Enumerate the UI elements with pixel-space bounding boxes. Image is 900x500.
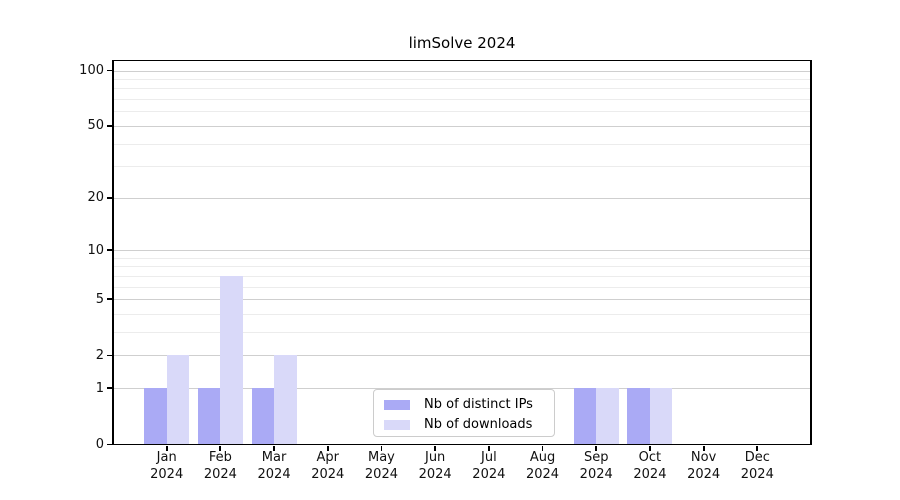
bar-distinct-ips-oct: [627, 388, 650, 444]
y-tick-label-50: 50: [40, 117, 104, 134]
bar-downloads-mar: [274, 355, 297, 444]
gridline-minor-6: [113, 287, 811, 288]
gridline-minor-8: [113, 266, 811, 267]
legend-swatch-downloads-icon: [384, 420, 410, 430]
legend-item-downloads: Nb of downloads: [384, 417, 544, 432]
gridline-major-2: [113, 355, 811, 356]
y-tick-100: [107, 70, 113, 72]
y-tick-10: [107, 249, 113, 251]
gridline-major-100: [113, 71, 811, 72]
gridline-major-5: [113, 299, 811, 300]
gridline-major-10: [113, 250, 811, 251]
y-tick-label-5: 5: [40, 291, 104, 308]
y-tick-label-0: 0: [40, 436, 104, 453]
y-tick-0: [107, 444, 113, 446]
spine-bottom: [112, 444, 812, 446]
legend: Nb of distinct IPs Nb of downloads: [373, 389, 555, 437]
y-tick-label-10: 10: [40, 242, 104, 259]
bar-distinct-ips-sep: [574, 388, 597, 444]
spine-right: [810, 60, 812, 446]
gridline-minor-90: [113, 79, 811, 80]
plot-area: [113, 60, 811, 445]
gridline-minor-3: [113, 332, 811, 333]
bar-downloads-sep: [596, 388, 619, 444]
legend-label-downloads: Nb of downloads: [424, 417, 532, 432]
y-tick-label-20: 20: [40, 189, 104, 206]
gridline-major-50: [113, 126, 811, 127]
legend-label-distinct-ips: Nb of distinct IPs: [424, 397, 533, 412]
y-tick-1: [107, 387, 113, 389]
spine-top: [112, 60, 812, 62]
y-tick-label-100: 100: [40, 62, 104, 79]
y-tick-label-2: 2: [40, 347, 104, 364]
gridline-minor-4: [113, 314, 811, 315]
gridline-minor-60: [113, 111, 811, 112]
chart-title: limSolve 2024: [113, 36, 811, 51]
bar-downloads-feb: [220, 276, 243, 445]
bar-distinct-ips-mar: [252, 388, 275, 444]
gridline-minor-80: [113, 88, 811, 89]
gridline-minor-40: [113, 144, 811, 145]
gridline-minor-9: [113, 258, 811, 259]
legend-item-distinct-ips: Nb of distinct IPs: [384, 397, 544, 412]
gridline-minor-70: [113, 99, 811, 100]
legend-swatch-distinct-ips-icon: [384, 400, 410, 410]
bar-distinct-ips-feb: [198, 388, 221, 444]
y-tick-5: [107, 298, 113, 300]
y-tick-2: [107, 355, 113, 357]
gridline-minor-30: [113, 166, 811, 167]
y-tick-label-1: 1: [40, 380, 104, 397]
bar-downloads-oct: [650, 388, 673, 444]
y-tick-50: [107, 125, 113, 127]
x-tick-label-dec: Dec 2024: [722, 449, 792, 484]
gridline-major-20: [113, 198, 811, 199]
bar-distinct-ips-jan: [144, 388, 167, 444]
figure: limSolve 2024 0125102050100Jan 2024Feb 2…: [0, 0, 900, 500]
gridline-minor-7: [113, 276, 811, 277]
y-tick-20: [107, 197, 113, 199]
bar-downloads-jan: [167, 355, 190, 444]
